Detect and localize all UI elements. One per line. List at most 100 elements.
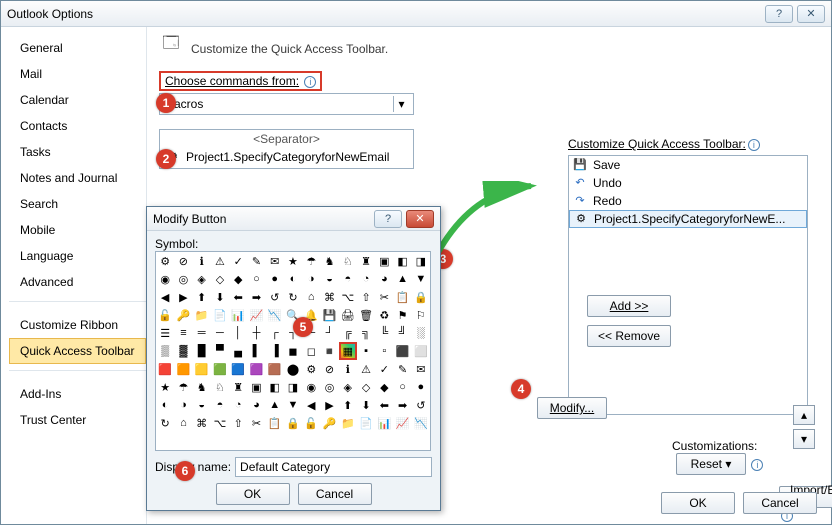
symbol-cell[interactable]: ○ <box>247 270 265 288</box>
symbol-cell[interactable]: 🔒 <box>284 414 302 432</box>
symbol-cell[interactable]: ⇧ <box>357 288 375 306</box>
symbol-cell[interactable]: 🟪 <box>247 360 265 378</box>
symbol-cell[interactable]: ☂ <box>302 252 320 270</box>
symbol-cell[interactable]: 📄 <box>357 414 375 432</box>
symbol-cell[interactable]: 🟧 <box>174 360 192 378</box>
symbol-cell[interactable]: 📈 <box>393 414 411 432</box>
symbol-cell[interactable]: ⌂ <box>174 414 192 432</box>
symbol-cell[interactable]: ┌ <box>266 324 284 342</box>
symbol-cell[interactable]: ✂ <box>375 288 393 306</box>
symbol-cell[interactable]: ◐ <box>284 270 302 288</box>
qat-item-undo[interactable]: ↶Undo <box>569 174 807 192</box>
symbol-cell[interactable]: ♜ <box>229 378 247 396</box>
symbol-cell[interactable]: ↺ <box>266 288 284 306</box>
symbol-cell[interactable]: ◼ <box>284 342 302 360</box>
symbol-cell[interactable]: ✉ <box>412 360 430 378</box>
symbol-cell[interactable]: ⊘ <box>174 252 192 270</box>
symbol-cell[interactable]: ◧ <box>266 378 284 396</box>
symbol-cell[interactable]: ▐ <box>266 342 284 360</box>
symbol-cell[interactable]: ⬤ <box>284 360 302 378</box>
symbol-cell[interactable]: ⚠ <box>211 252 229 270</box>
symbol-cell[interactable]: ◒ <box>193 396 211 414</box>
symbol-cell[interactable]: ☂ <box>174 378 192 396</box>
symbol-cell[interactable]: ♘ <box>339 252 357 270</box>
symbol-cell[interactable]: ⚐ <box>412 306 430 324</box>
qat-item-save[interactable]: 💾Save <box>569 156 807 174</box>
symbol-cell[interactable]: ◔ <box>357 270 375 288</box>
symbol-cell[interactable]: ┘ <box>320 324 338 342</box>
symbol-cell[interactable]: ⇧ <box>229 414 247 432</box>
sidebar-item-quick-access-toolbar[interactable]: Quick Access Toolbar <box>9 338 146 364</box>
symbol-cell[interactable]: ─ <box>211 324 229 342</box>
symbol-cell[interactable]: ◉ <box>302 378 320 396</box>
symbol-cell[interactable]: ⚑ <box>393 306 411 324</box>
symbol-cell[interactable]: ✉ <box>266 252 284 270</box>
symbol-cell[interactable]: ═ <box>193 324 211 342</box>
symbol-cell[interactable]: ◓ <box>211 396 229 414</box>
symbol-cell[interactable]: ◨ <box>412 252 430 270</box>
symbol-cell[interactable]: 🔑 <box>320 414 338 432</box>
qat-item-macro[interactable]: ⚙Project1.SpecifyCategoryforNewE... <box>569 210 807 228</box>
symbol-cell[interactable]: ↻ <box>156 414 174 432</box>
symbol-grid[interactable]: ⚙⊘ℹ⚠✓✎✉★☂♞♘♜▣◧◨◉◎◈◇◆○●◐◑◒◓◔◕▲▼◀▶⬆⬇⬅➡↺↻⌂⌘… <box>155 251 431 451</box>
symbol-cell[interactable]: ◕ <box>247 396 265 414</box>
symbol-cell[interactable]: ▶ <box>320 396 338 414</box>
symbol-cell[interactable]: ░ <box>412 324 430 342</box>
symbol-cell[interactable]: 🗑 <box>357 306 375 324</box>
symbol-cell[interactable]: ♜ <box>357 252 375 270</box>
symbol-cell[interactable]: ◇ <box>357 378 375 396</box>
symbol-cell[interactable]: ✂ <box>247 414 265 432</box>
qat-listbox[interactable]: 💾Save ↶Undo ↷Redo ⚙Project1.SpecifyCateg… <box>568 155 808 415</box>
symbol-cell[interactable]: ╗ <box>357 324 375 342</box>
symbol-cell[interactable]: ⬆ <box>339 396 357 414</box>
symbol-cell[interactable]: 🖨 <box>339 306 357 324</box>
symbol-cell[interactable]: 📋 <box>393 288 411 306</box>
symbol-cell[interactable]: ▼ <box>284 396 302 414</box>
symbol-cell[interactable]: 📁 <box>339 414 357 432</box>
symbol-cell[interactable]: 📊 <box>229 306 247 324</box>
symbol-cell[interactable]: ★ <box>156 378 174 396</box>
symbol-cell[interactable]: 💾 <box>320 306 338 324</box>
symbol-cell[interactable]: ⌘ <box>320 288 338 306</box>
add-button[interactable]: Add >> <box>587 295 671 317</box>
symbol-cell[interactable]: ◧ <box>393 252 411 270</box>
symbol-cell[interactable]: ★ <box>284 252 302 270</box>
symbol-cell[interactable]: 🔑 <box>174 306 192 324</box>
symbol-cell[interactable]: 🔓 <box>302 414 320 432</box>
symbol-cell[interactable]: ⌂ <box>302 288 320 306</box>
symbol-cell[interactable]: 📄 <box>211 306 229 324</box>
symbol-cell[interactable]: ○ <box>393 378 411 396</box>
sidebar-item-tasks[interactable]: Tasks <box>9 139 146 165</box>
symbol-cell[interactable]: ◐ <box>156 396 174 414</box>
symbol-cell[interactable]: ⬅ <box>229 288 247 306</box>
macro-item[interactable]: ⚙ Project1.SpecifyCategoryforNewEmail <box>160 148 413 166</box>
symbol-cell[interactable]: 🟩 <box>211 360 229 378</box>
symbol-cell[interactable]: 📉 <box>266 306 284 324</box>
symbol-cell[interactable]: 📊 <box>375 414 393 432</box>
symbol-cell[interactable]: ┼ <box>247 324 265 342</box>
sidebar-item-customize-ribbon[interactable]: Customize Ribbon <box>9 312 146 338</box>
symbol-cell[interactable]: ⌘ <box>193 414 211 432</box>
symbol-cell[interactable]: ▲ <box>266 396 284 414</box>
symbol-cell[interactable]: ⬇ <box>357 396 375 414</box>
symbol-cell[interactable]: ≡ <box>174 324 192 342</box>
symbol-cell[interactable]: 📋 <box>266 414 284 432</box>
sidebar-item-calendar[interactable]: Calendar <box>9 87 146 113</box>
commands-listbox[interactable]: <Separator> ⚙ Project1.SpecifyCategoryfo… <box>159 129 414 169</box>
info-icon[interactable]: i <box>304 76 316 88</box>
symbol-cell[interactable]: ◀ <box>302 396 320 414</box>
display-name-input[interactable] <box>235 457 432 477</box>
symbol-cell[interactable]: ➡ <box>393 396 411 414</box>
sidebar-item-general[interactable]: General <box>9 35 146 61</box>
symbol-cell[interactable]: 🟦 <box>229 360 247 378</box>
symbol-cell[interactable]: ◨ <box>284 378 302 396</box>
separator-item[interactable]: <Separator> <box>160 130 413 148</box>
info-icon[interactable]: i <box>751 459 763 471</box>
dialog-close-button[interactable]: ✕ <box>406 210 434 228</box>
symbol-cell[interactable]: ℹ <box>193 252 211 270</box>
symbol-cell[interactable]: ◔ <box>229 396 247 414</box>
symbol-cell[interactable]: ⬇ <box>211 288 229 306</box>
symbol-cell[interactable]: 📁 <box>193 306 211 324</box>
symbol-cell[interactable]: ⚠ <box>357 360 375 378</box>
symbol-cell[interactable]: ✓ <box>229 252 247 270</box>
